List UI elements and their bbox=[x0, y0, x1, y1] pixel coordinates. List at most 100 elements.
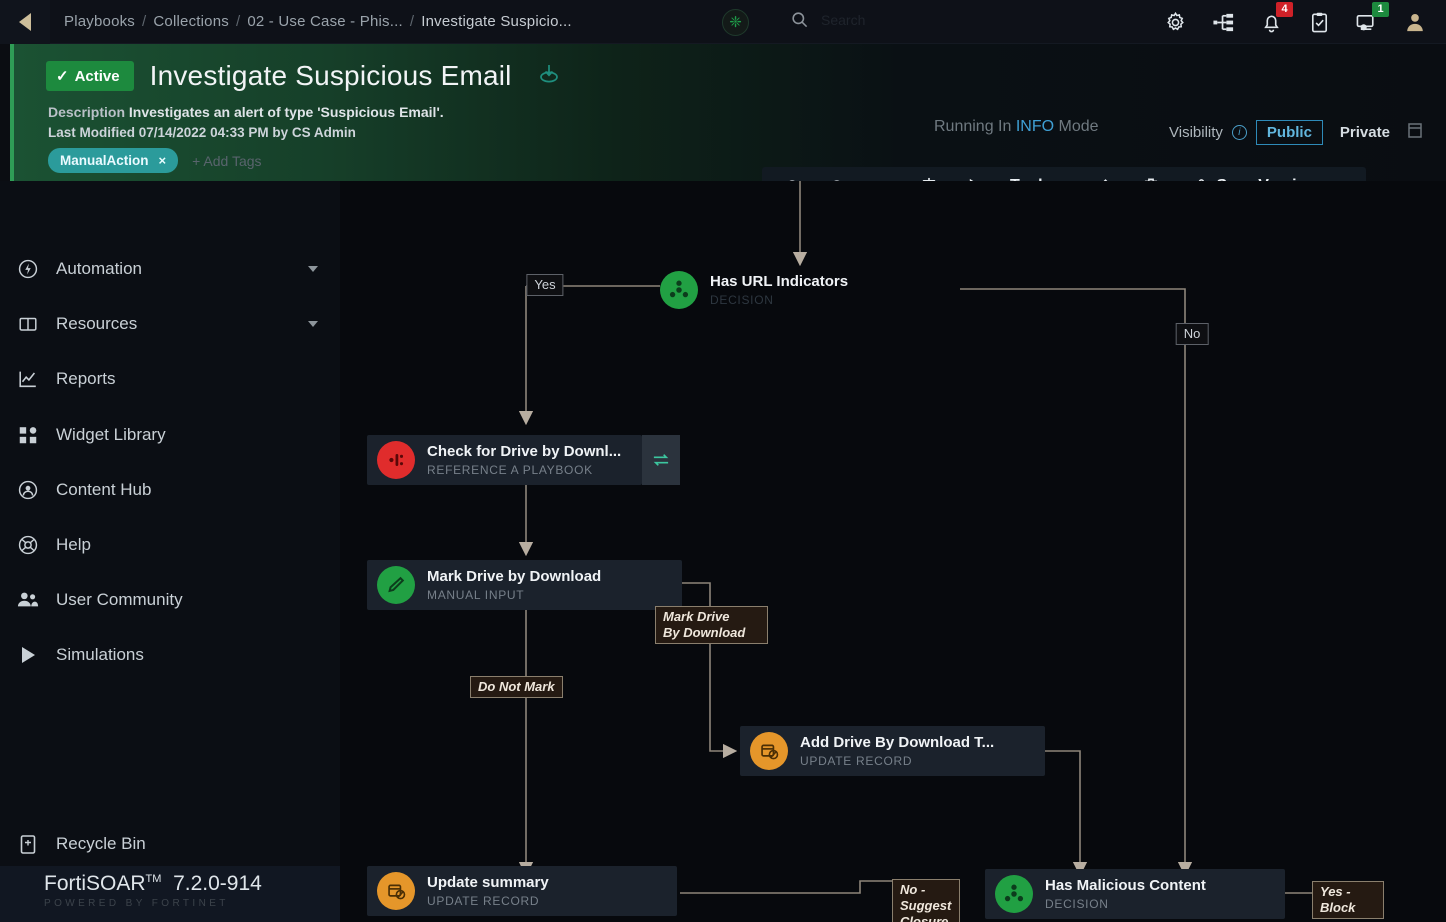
brand-name: FortiSOARTM 7.2.0-914 bbox=[44, 872, 340, 896]
visibility-control: Visibility i Public Private bbox=[1169, 120, 1423, 145]
decision-icon bbox=[995, 875, 1033, 913]
user-community-icon bbox=[0, 589, 56, 611]
edge-label-line-2: Suggest bbox=[900, 898, 952, 913]
description-label: Description bbox=[48, 104, 126, 120]
playbook-title-row: ✓ Active Investigate Suspicious Email bbox=[46, 60, 562, 92]
import-download-icon[interactable] bbox=[536, 61, 562, 92]
info-icon[interactable]: i bbox=[1231, 125, 1247, 140]
top-bar: Playbooks / Collections / 02 - Use Case … bbox=[0, 0, 1446, 44]
sidebar-item-widget-library[interactable]: Widget Library bbox=[0, 407, 340, 462]
swap-icon[interactable] bbox=[642, 435, 680, 485]
node-check-for-drive-by-download[interactable]: Check for Drive by Downl... REFERENCE A … bbox=[367, 435, 680, 485]
sidebar-item-simulations[interactable]: Simulations bbox=[0, 627, 340, 682]
sidebar-collapse-button[interactable] bbox=[0, 0, 50, 44]
add-tags-button[interactable]: + Add Tags bbox=[192, 153, 261, 169]
page-title: Investigate Suspicious Email bbox=[149, 60, 512, 91]
resources-icon bbox=[0, 313, 56, 335]
notification-badge: 4 bbox=[1276, 2, 1293, 17]
tag-row: ManualAction × + Add Tags bbox=[48, 148, 262, 173]
sidebar-item-label: Automation bbox=[56, 258, 142, 278]
node-title: Has URL Indicators bbox=[710, 273, 849, 290]
chevron-down-icon bbox=[308, 320, 318, 327]
reports-icon bbox=[0, 368, 56, 390]
sidebar: Automation Resources Reports Widget Libr… bbox=[0, 181, 340, 922]
edge-label-line-2: By Download bbox=[663, 625, 746, 640]
chevron-down-icon bbox=[308, 265, 318, 272]
update-record-icon bbox=[377, 872, 415, 910]
sidebar-item-recycle-bin[interactable]: Recycle Bin bbox=[0, 816, 340, 871]
breadcrumb-separator: / bbox=[409, 13, 415, 30]
system-settings-icon[interactable]: 1 bbox=[1354, 2, 1389, 35]
breadcrumb-item-usecase[interactable]: 02 - Use Case - Phis... bbox=[247, 13, 403, 30]
brand-label: FortiSOAR bbox=[44, 872, 146, 895]
reference-playbook-icon bbox=[377, 441, 415, 479]
recycle-bin-icon bbox=[0, 833, 56, 855]
workflow-icon[interactable] bbox=[1210, 9, 1236, 35]
node-mark-drive-by-download[interactable]: Mark Drive by Download MANUAL INPUT bbox=[367, 560, 682, 610]
edge-label-mark-drive-by-download: Mark Drive By Download bbox=[655, 606, 768, 644]
sidebar-item-reports[interactable]: Reports bbox=[0, 351, 340, 406]
node-has-malicious-content[interactable]: Has Malicious Content DECISION bbox=[985, 869, 1285, 919]
gear-icon[interactable] bbox=[1162, 9, 1188, 35]
tag-label: ManualAction bbox=[60, 153, 149, 168]
status-badge[interactable]: ✓ Active bbox=[46, 61, 134, 91]
run-mode-label: Running In INFO Mode bbox=[934, 118, 1099, 136]
visibility-public-button[interactable]: Public bbox=[1255, 120, 1323, 145]
edge-label-do-not-mark: Do Not Mark bbox=[470, 676, 563, 698]
run-mode-prefix: Running In bbox=[934, 118, 1012, 135]
visibility-label: Visibility bbox=[1169, 124, 1223, 141]
node-subtitle: DECISION bbox=[1045, 897, 1109, 911]
user-avatar-icon[interactable] bbox=[1402, 9, 1428, 35]
node-title: Check for Drive by Downl... bbox=[427, 443, 622, 460]
last-modified: Last Modified 07/14/2022 04:33 PM by CS … bbox=[48, 125, 356, 140]
trademark-symbol: TM bbox=[145, 873, 162, 885]
edge-label-line-1: Yes - bbox=[1320, 884, 1351, 899]
sidebar-item-resources[interactable]: Resources bbox=[0, 296, 340, 351]
sidebar-item-content-hub[interactable]: Content Hub bbox=[0, 462, 340, 517]
node-update-summary[interactable]: Update summary UPDATE RECORD bbox=[367, 866, 677, 916]
clipboard-check-icon[interactable] bbox=[1306, 9, 1332, 35]
archive-icon[interactable] bbox=[1407, 121, 1423, 144]
global-search[interactable] bbox=[790, 10, 971, 29]
sidebar-item-label: Resources bbox=[56, 313, 138, 333]
node-add-drive-by-download-tag[interactable]: Add Drive By Download T... UPDATE RECORD bbox=[740, 726, 1045, 776]
bell-icon[interactable]: 4 bbox=[1258, 2, 1293, 35]
sidebar-item-help[interactable]: Help bbox=[0, 517, 340, 572]
brand-tagline: POWERED BY FORTINET bbox=[44, 898, 229, 909]
breadcrumb-item-playbooks[interactable]: Playbooks bbox=[64, 13, 135, 30]
breadcrumb-separator: / bbox=[142, 13, 147, 30]
description-value: Investigates an alert of type 'Suspiciou… bbox=[128, 104, 444, 120]
decision-icon bbox=[660, 271, 698, 309]
search-icon bbox=[792, 12, 808, 28]
node-subtitle: UPDATE RECORD bbox=[427, 894, 540, 908]
tag-chip[interactable]: ManualAction × bbox=[48, 148, 179, 173]
chevron-left-icon bbox=[19, 12, 31, 31]
widget-library-icon bbox=[0, 424, 56, 446]
playbook-header: ✓ Active Investigate Suspicious Email De… bbox=[10, 44, 1446, 269]
search-input[interactable] bbox=[821, 11, 971, 28]
node-title: Has Malicious Content bbox=[1045, 877, 1206, 894]
brand-version: 7.2.0-914 bbox=[173, 872, 262, 895]
sidebar-item-label: Recycle Bin bbox=[56, 833, 146, 853]
content-hub-icon bbox=[0, 479, 56, 501]
app-brand-footer: FortiSOARTM 7.2.0-914 POWERED BY FORTINE… bbox=[0, 866, 340, 922]
edge-label-line-1: No - bbox=[900, 882, 926, 897]
sidebar-item-label: Simulations bbox=[56, 644, 144, 664]
node-has-url-indicators[interactable]: Has URL Indicators DECISION bbox=[650, 265, 910, 315]
node-subtitle: MANUAL INPUT bbox=[427, 588, 525, 602]
sidebar-item-label: Widget Library bbox=[56, 424, 166, 444]
breadcrumb-separator: / bbox=[235, 13, 241, 30]
sidebar-item-user-community[interactable]: User Community bbox=[0, 572, 340, 627]
breadcrumb-item-collections[interactable]: Collections bbox=[153, 13, 229, 30]
manual-input-icon bbox=[377, 566, 415, 604]
sidebar-item-automation[interactable]: Automation bbox=[0, 241, 340, 296]
visibility-private-button[interactable]: Private bbox=[1332, 121, 1398, 144]
close-icon[interactable]: × bbox=[159, 153, 167, 168]
workflow-canvas[interactable]: Has URL Indicators DECISION Check for Dr… bbox=[340, 181, 1446, 922]
help-icon bbox=[0, 534, 56, 556]
breadcrumb: Playbooks / Collections / 02 - Use Case … bbox=[64, 13, 572, 30]
node-subtitle: DECISION bbox=[710, 293, 774, 307]
simulations-icon bbox=[0, 645, 56, 665]
edge-label-line-1: Mark Drive bbox=[663, 609, 730, 624]
edge-label-line-2: Block bbox=[1320, 900, 1356, 915]
